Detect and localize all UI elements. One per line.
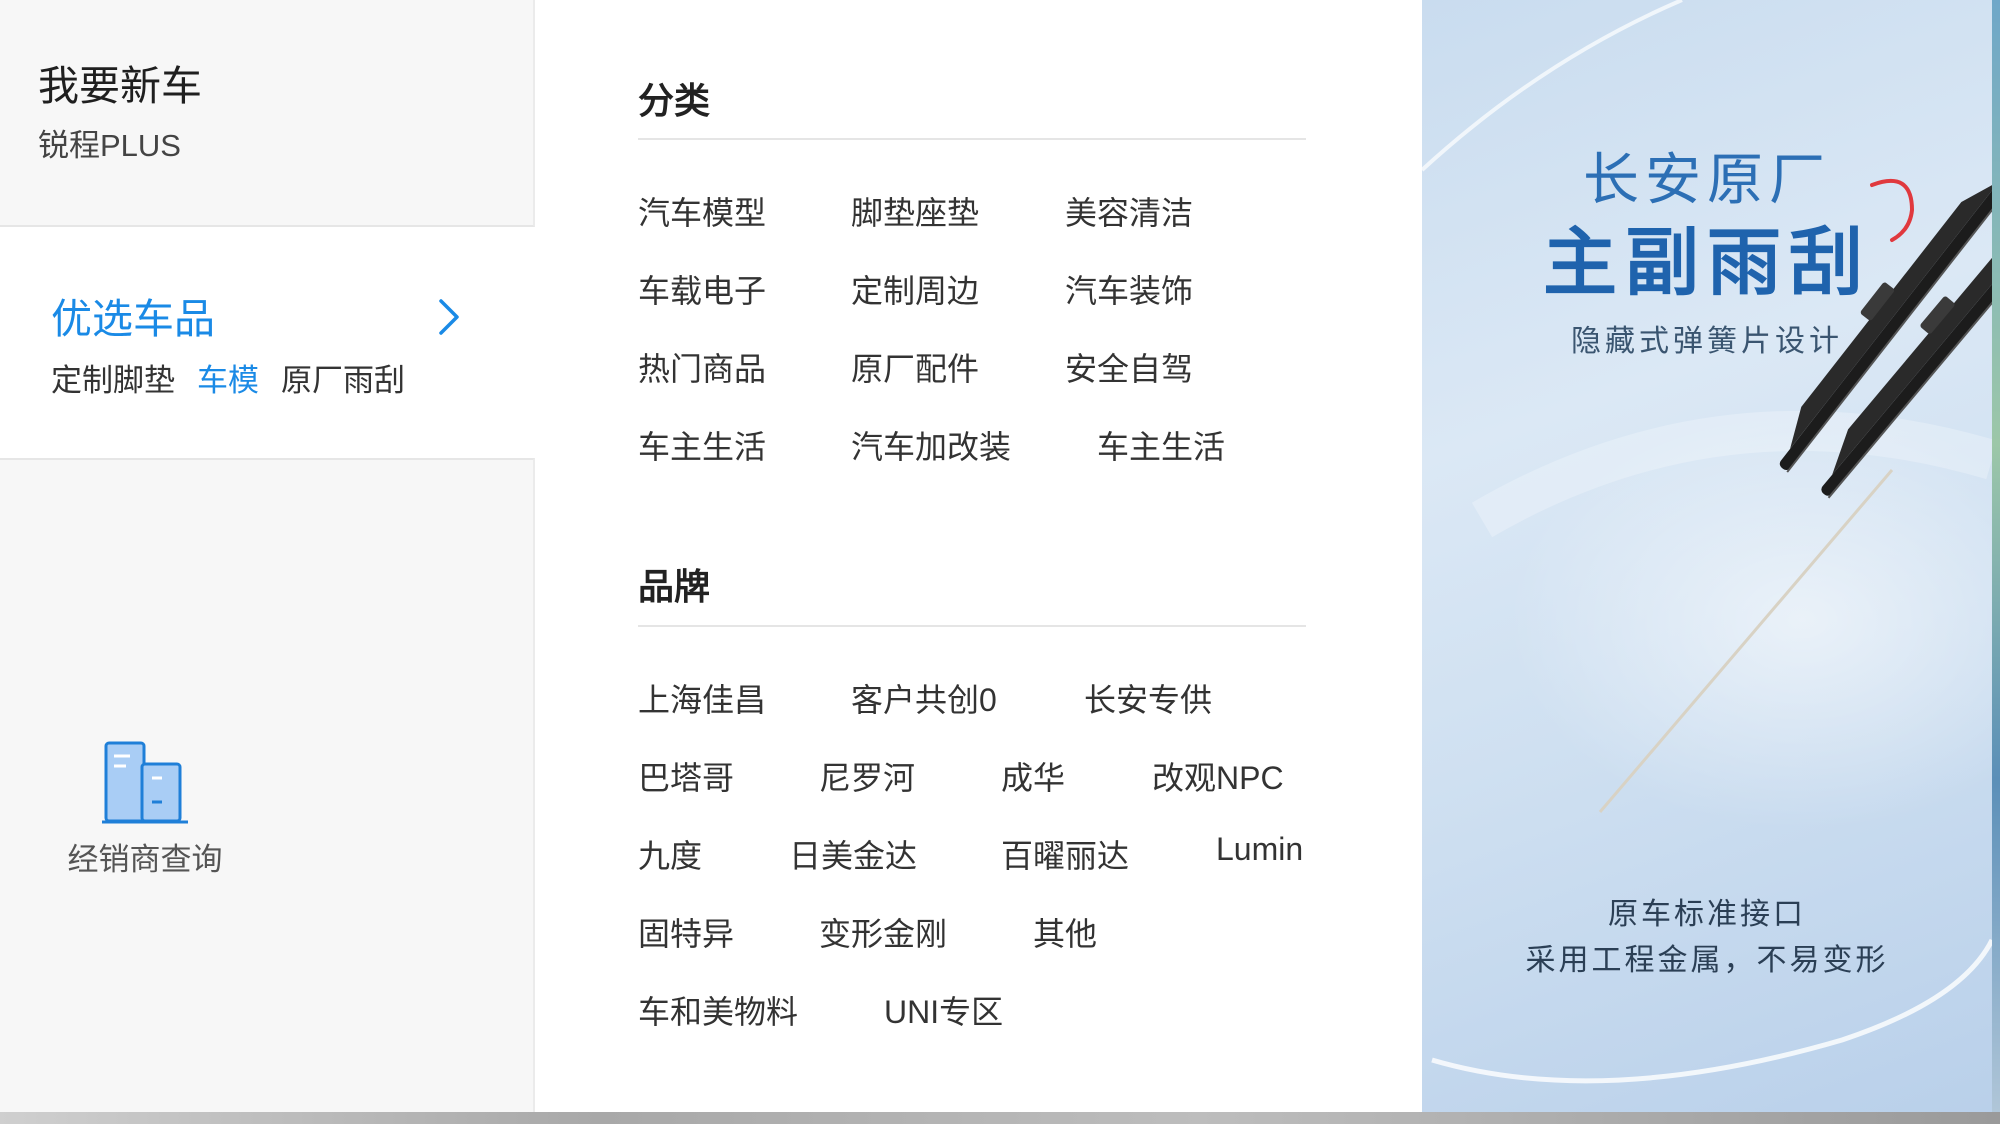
brand-link[interactable]: 上海佳昌 — [638, 675, 766, 721]
brand-link[interactable]: 九度 — [638, 831, 702, 877]
banner-feature-2: 采用工程金属，不易变形 — [1525, 944, 1889, 977]
brand-link[interactable]: 变形金刚 — [819, 909, 947, 955]
category-title: 分类 — [638, 80, 711, 121]
new-car-card[interactable]: 我要新车 锐程PLUS — [0, 0, 535, 227]
menu-panel: 分类 汽车模型 脚垫座垫 美容清洁 车载电子 定制周边 汽车装饰 热门商品 原厂… — [535, 0, 1422, 1112]
category-link[interactable]: 车载电子 — [638, 266, 766, 312]
category-link[interactable]: 安全自驾 — [1065, 344, 1193, 390]
banner-tagline: 隐藏式弹簧片设计 — [1571, 325, 1843, 358]
category-divider — [638, 138, 1306, 140]
brand-divider — [638, 625, 1306, 627]
featured-products-card: 优选车品 定制脚垫 车模 原厂雨刮 — [0, 227, 535, 456]
banner-feature-1: 原车标准接口 — [1608, 898, 1806, 931]
featured-title[interactable]: 优选车品 — [51, 285, 215, 345]
new-car-title[interactable]: 我要新车 — [38, 52, 202, 112]
category-link[interactable]: 汽车加改装 — [851, 422, 1011, 468]
brand-link[interactable]: 其他 — [1033, 909, 1097, 955]
dealer-search-link[interactable]: 经销商查询 — [60, 740, 230, 879]
category-link[interactable]: 车主生活 — [1097, 422, 1225, 468]
new-car-model[interactable]: 锐程PLUS — [38, 120, 181, 165]
adjacent-image-edge — [1992, 0, 2000, 1112]
featured-link-car-models[interactable]: 车模 — [197, 355, 259, 400]
brand-link[interactable]: 固特异 — [638, 909, 734, 955]
brand-link[interactable]: 尼罗河 — [819, 753, 915, 799]
horizontal-scrollbar[interactable] — [0, 1112, 2000, 1124]
brand-link[interactable]: 百曜丽达 — [1001, 831, 1129, 877]
category-link[interactable]: 车主生活 — [638, 422, 766, 468]
brand-link[interactable]: UNI专区 — [884, 987, 1003, 1033]
brand-link[interactable]: 巴塔哥 — [638, 753, 734, 799]
chevron-right-icon[interactable] — [435, 295, 463, 339]
category-link[interactable]: 热门商品 — [638, 344, 766, 390]
category-link[interactable]: 原厂配件 — [851, 344, 979, 390]
dealer-building-icon — [102, 741, 188, 824]
brand-link[interactable]: 车和美物料 — [638, 987, 798, 1033]
featured-link-wipers[interactable]: 原厂雨刮 — [281, 355, 405, 400]
brand-link[interactable]: 改观NPC — [1152, 753, 1284, 799]
category-link[interactable]: 脚垫座垫 — [851, 188, 979, 234]
wiper-promo-banner[interactable]: 长安原厂 主副雨刮 隐藏式弹簧片设计 原车标准接口 采用工程金属，不易变形 — [1422, 0, 1992, 1112]
brand-link[interactable]: 长安专供 — [1084, 675, 1212, 721]
left-column: 我要新车 锐程PLUS 优选车品 定制脚垫 车模 原厂雨刮 经销商查询 — [0, 0, 535, 1114]
brand-link[interactable]: 日美金达 — [789, 831, 917, 877]
category-link[interactable]: 汽车模型 — [638, 188, 766, 234]
dealer-panel: 经销商查询 — [0, 458, 535, 1114]
brand-title: 品牌 — [638, 566, 711, 607]
banner-product-title: 主副雨刮 — [1543, 221, 1871, 304]
category-link[interactable]: 美容清洁 — [1065, 188, 1193, 234]
dealer-search-label: 经销商查询 — [67, 842, 223, 877]
category-link[interactable]: 汽车装饰 — [1065, 266, 1193, 312]
brand-link[interactable]: 客户共创0 — [851, 675, 997, 721]
brand-link[interactable]: Lumin — [1216, 831, 1303, 868]
brand-link[interactable]: 成华 — [1001, 753, 1065, 799]
featured-link-floor-mats[interactable]: 定制脚垫 — [51, 355, 175, 400]
category-link[interactable]: 定制周边 — [851, 266, 979, 312]
featured-links: 定制脚垫 车模 原厂雨刮 — [51, 355, 405, 400]
